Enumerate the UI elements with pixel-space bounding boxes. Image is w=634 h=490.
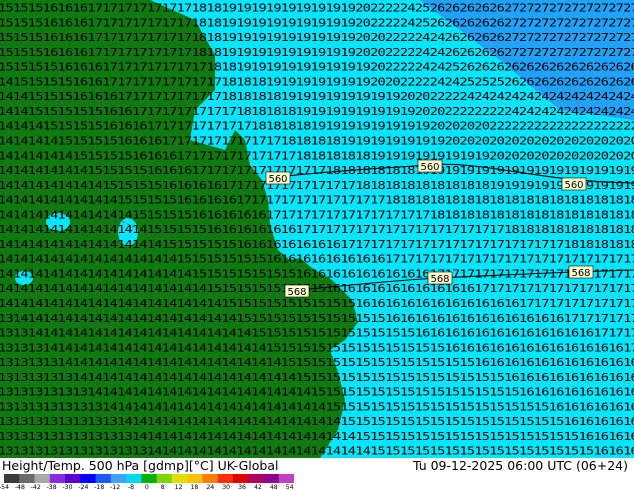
color-scale-tick: 0 — [145, 484, 149, 490]
temperature-row: 1414141414141414141515151516161616161717… — [0, 210, 634, 221]
color-scale-tick: 8 — [161, 484, 165, 490]
temperature-row: 1313131313131414141414141414141414141414… — [0, 388, 634, 399]
temperature-row: 1313131313131313131314141414141414141414… — [0, 447, 634, 458]
temperature-row: 1414141415151515161616171717171717171718… — [0, 136, 634, 147]
color-scale-tick: 42 — [254, 484, 262, 490]
svg-text:560: 560 — [420, 162, 439, 173]
temperature-row: 1415151515161617171717171717171818181919… — [0, 77, 634, 88]
temperature-row: 1414141414141414141414141515151515151616… — [0, 255, 634, 266]
svg-text:568: 568 — [430, 274, 449, 285]
color-scale-tick: 30 — [222, 484, 230, 490]
color-scale-ticks: -54 -48 -42 -38 -30 -24 -18 -12 -8 0 8 12 18 24 30 36 42… — [0, 484, 294, 490]
height-contour-label: 568 — [427, 271, 453, 285]
color-scale-tick: 54 — [286, 484, 294, 490]
temperature-row: 1515151516161617171717171717181819191919… — [0, 63, 634, 74]
height-contour-label: 560 — [561, 177, 587, 191]
weather-map[interactable]: 1515151616161717171717171718181919191919… — [0, 0, 634, 458]
color-scale-tick: 36 — [238, 484, 246, 490]
height-contour-label: 568 — [568, 265, 594, 279]
temperature-row: 1414141414141414141414141414151515151515… — [0, 284, 634, 295]
valid-time: Tu 09-12-2025 06:00 UTC (06+24) — [412, 458, 628, 473]
height-contour-label: 560 — [265, 171, 291, 185]
temperature-row: 1414151515161616171717171717171818181819… — [0, 92, 634, 103]
temperature-row: 1313141414141414141414141414141414151515… — [0, 329, 634, 340]
color-scale-tick: 48 — [270, 484, 278, 490]
temperature-row: 1314141414141414141414141414141415151515… — [0, 314, 634, 325]
temperature-labels: 1515151616161717171717171718181919191919… — [0, 4, 634, 458]
color-scale-tick: -54 — [0, 484, 9, 490]
temperature-row: 1515151616161717171717171718181919191919… — [0, 33, 634, 44]
chart-viewer: 1515151616161717171717171718181919191919… — [0, 0, 634, 490]
color-scale-tick: -30 — [62, 484, 72, 490]
color-scale-tick: -8 — [128, 484, 134, 490]
color-scale-tick: -48 — [15, 484, 25, 490]
temperature-row: 1414141414141414141414151515151516161616… — [0, 240, 634, 251]
svg-text:560: 560 — [268, 174, 287, 185]
color-scale-tick: -12 — [110, 484, 120, 490]
color-scale-tick: -24 — [78, 484, 88, 490]
temperature-row: 1313131414141414141414141414141414141515… — [0, 343, 634, 354]
map-title: Height/Temp. 500 hPa [gdmp][°C] UK-Globa… — [2, 458, 279, 473]
temperature-row: 1414141414141414141414141414141515151515… — [0, 299, 634, 310]
temperature-row: 1515151616161717171717171718181919191919… — [0, 18, 634, 29]
svg-text:568: 568 — [287, 287, 306, 298]
temperature-row: 1313131314141414141414141414141414141415… — [0, 358, 634, 369]
temperature-row: 1515151616161717171717171718181919191919… — [0, 4, 634, 15]
temperature-row: 1414141414141415151515161616161717171717… — [0, 181, 634, 192]
temperature-row: 1313131313141414141414141414141414141414… — [0, 373, 634, 384]
color-scale-tick: -38 — [47, 484, 57, 490]
height-contour-label: 560 — [417, 159, 443, 173]
color-scale-tick: 24 — [206, 484, 214, 490]
temperature-row: 1414141414141414151515151616161617171717… — [0, 196, 634, 207]
color-scale-tick: 18 — [190, 484, 198, 490]
height-contour-label: 568 — [284, 284, 310, 298]
temperature-row: 1313131313131313141414141414141414141414… — [0, 417, 634, 428]
color-scale-tick: 12 — [175, 484, 183, 490]
svg-text:568: 568 — [571, 268, 590, 279]
temperature-row: 1313131313131314141414141414141414141414… — [0, 402, 634, 413]
color-scale-tick: -18 — [94, 484, 104, 490]
temperature-row: 1313131313131313131414141414141414141414… — [0, 432, 634, 443]
svg-text:560: 560 — [564, 180, 583, 191]
temperature-row: 1414141515151516161617171717171717181818… — [0, 122, 634, 133]
temperature-row: 1414141414151515151616161717171717171717… — [0, 151, 634, 162]
temperature-row: 1414141414141414141415151515161616161616… — [0, 225, 634, 236]
temperature-row: 1414151515151516161717171717171718181818… — [0, 107, 634, 118]
bottom-bar: Height/Temp. 500 hPa [gdmp][°C] UK-Globa… — [0, 458, 634, 490]
temperature-row: 1414141414141414141414141415151515151515… — [0, 269, 634, 280]
temperature-row: 1515151616161717171717171718181919191919… — [0, 48, 634, 59]
color-scale-tick: -42 — [31, 484, 41, 490]
